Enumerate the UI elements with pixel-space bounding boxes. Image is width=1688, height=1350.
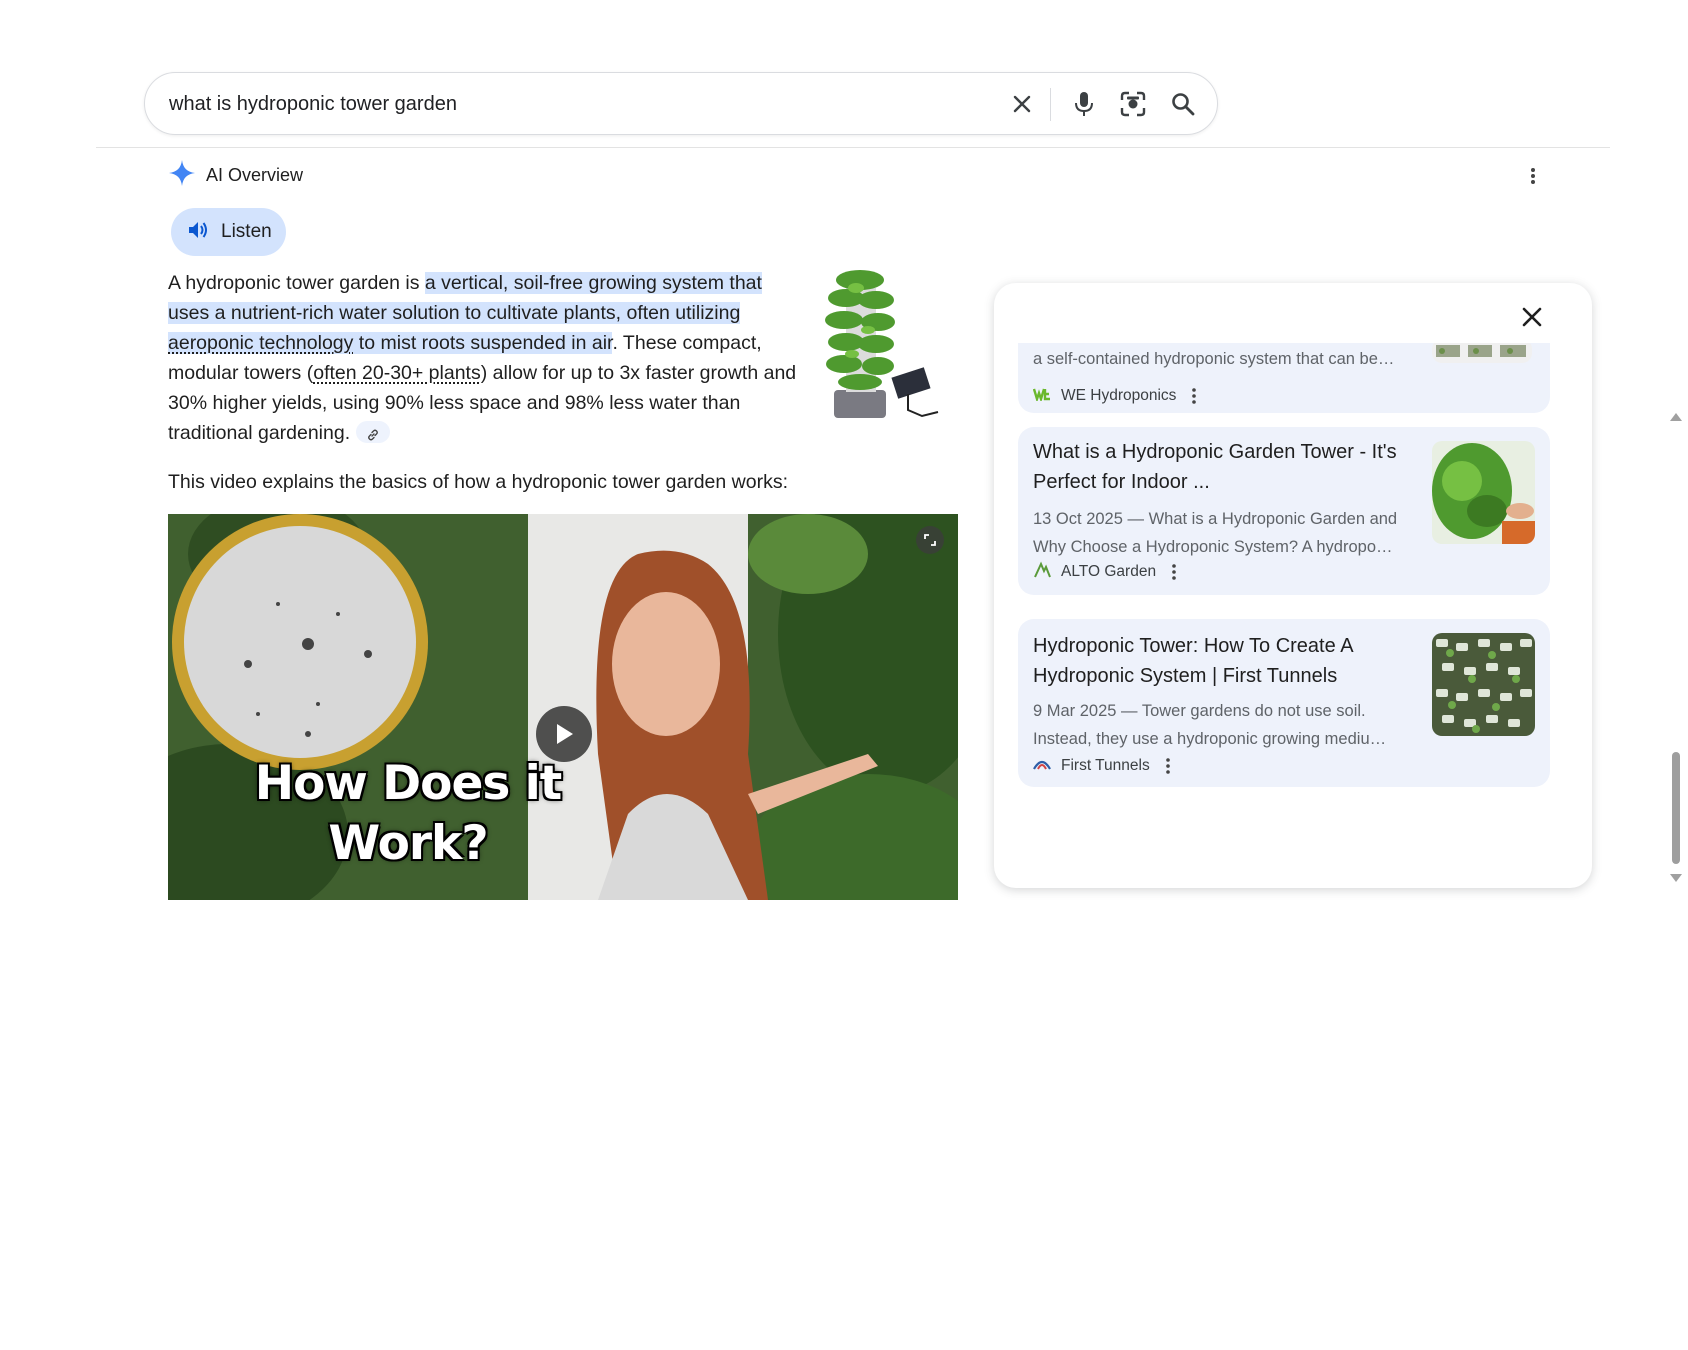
source-title[interactable]: What is a Hydroponic Garden Tower - It's… — [1033, 437, 1413, 497]
scroll-up-arrow-icon[interactable] — [1670, 413, 1682, 421]
video-overlay-line1: How Does it — [254, 756, 563, 811]
expand-icon — [924, 534, 936, 546]
search-box[interactable]: what is hydroponic tower garden — [144, 72, 1218, 135]
camera-lens-icon[interactable] — [1114, 85, 1152, 123]
source-attribution: First Tunnels — [1033, 755, 1170, 777]
source-thumbnail — [1432, 343, 1532, 363]
clear-icon[interactable] — [1003, 85, 1041, 123]
listen-button[interactable]: Listen — [171, 208, 286, 256]
source-thumbnail[interactable] — [1432, 441, 1535, 544]
source-name: ALTO Garden — [1061, 563, 1157, 580]
scrollbar-thumb[interactable] — [1672, 752, 1680, 864]
more-options-icon[interactable] — [1521, 164, 1545, 188]
microphone-icon[interactable] — [1065, 85, 1103, 123]
video-caption: This video explains the basics of how a … — [168, 471, 788, 493]
alto-garden-logo-icon — [1033, 561, 1051, 584]
ai-overview-title: AI Overview — [206, 164, 304, 185]
answer-text: A hydroponic tower garden is — [168, 272, 425, 294]
source-attribution: ALTO Garden — [1033, 561, 1176, 583]
highlight-text-end: to mist roots suspended in air — [353, 332, 613, 354]
video-overlay-text: How Does it Work? — [238, 754, 578, 874]
source-snippet: 9 Mar 2025 — Tower gardens do not use so… — [1033, 702, 1387, 748]
source-more-icon[interactable] — [1192, 388, 1197, 404]
source-snippet: a self-contained hydroponic system that … — [1033, 350, 1395, 368]
speaker-icon — [187, 220, 209, 245]
source-more-icon[interactable] — [1165, 758, 1170, 774]
source-card[interactable]: a self-contained hydroponic system that … — [1018, 343, 1550, 413]
video-overlay-line2: Work? — [328, 816, 488, 871]
sources-list: a self-contained hydroponic system that … — [1018, 343, 1550, 878]
source-snippet: 13 Oct 2025 — What is a Hydroponic Garde… — [1033, 510, 1398, 556]
source-thumbnail[interactable] — [1432, 633, 1535, 736]
search-results-frame: what is hydroponic tower garden AI Overv… — [96, 68, 1682, 900]
source-card[interactable]: Hydroponic Tower: How To Create A Hydrop… — [1018, 619, 1550, 787]
search-input[interactable]: what is hydroponic tower garden — [169, 93, 457, 116]
play-icon — [557, 724, 573, 744]
scroll-down-arrow-icon[interactable] — [1670, 874, 1682, 882]
tower-garden-image[interactable] — [816, 268, 954, 420]
source-title[interactable]: Hydroponic Tower: How To Create A Hydrop… — [1033, 631, 1413, 691]
listen-label: Listen — [221, 221, 272, 242]
search-divider — [1050, 88, 1051, 121]
close-icon — [1522, 307, 1542, 327]
source-name: WE Hydroponics — [1061, 387, 1177, 404]
plants-count-term[interactable]: often 20-30+ plants — [313, 362, 481, 384]
search-icon[interactable] — [1164, 85, 1202, 123]
close-panel-button[interactable] — [1516, 301, 1548, 333]
source-link-chip[interactable] — [356, 420, 391, 443]
aeroponic-technology-link[interactable]: aeroponic technology — [168, 332, 353, 354]
top-bar: what is hydroponic tower garden — [96, 68, 1610, 148]
first-tunnels-logo-icon — [1033, 757, 1051, 775]
ai-overview-header: AI Overview — [168, 158, 303, 192]
we-hydroponics-logo-icon — [1032, 387, 1051, 406]
source-more-icon[interactable] — [1172, 564, 1176, 580]
source-card[interactable]: What is a Hydroponic Garden Tower - It's… — [1018, 427, 1550, 595]
gemini-sparkle-icon — [168, 159, 196, 192]
page: what is hydroponic tower garden AI Overv… — [0, 0, 1688, 1350]
link-icon — [368, 429, 379, 441]
play-button[interactable] — [536, 706, 592, 762]
source-attribution: WE Hydroponics — [1032, 385, 1197, 407]
expand-video-button[interactable] — [916, 526, 944, 554]
ai-answer-paragraph: A hydroponic tower garden is a vertical,… — [168, 268, 808, 448]
sources-panel: a self-contained hydroponic system that … — [994, 283, 1592, 888]
video-player[interactable]: How Does it Work? — [168, 514, 958, 900]
source-name: First Tunnels — [1061, 757, 1150, 774]
